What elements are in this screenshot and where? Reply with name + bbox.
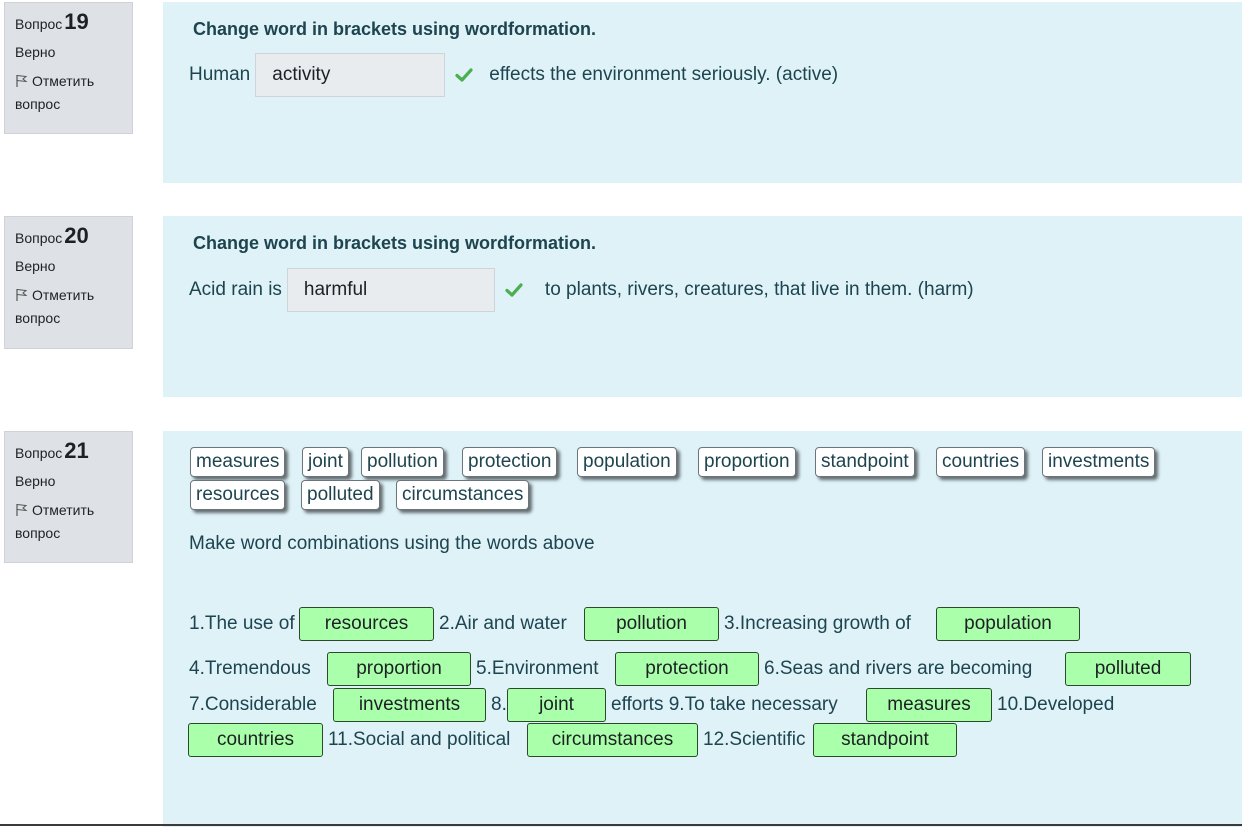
drop-zone[interactable]: circumstances [527,723,698,757]
drop-zone[interactable]: countries [188,723,323,757]
question-info-19: Вопрос19 Верно Отметить вопрос [4,2,133,134]
question-state: Верно [15,473,56,490]
sentence-text: 6.Seas and rivers are becoming [764,658,1033,679]
word-chip[interactable]: investments [1042,447,1156,477]
drop-zone[interactable]: resources [299,607,434,641]
bottom-divider [0,824,1242,826]
question-number: 19 [64,9,89,34]
drop-zone[interactable]: pollution [584,607,719,641]
sentence-text: 8. [491,694,507,715]
question-number: 20 [64,223,89,248]
sentence-text: 7.Considerable [189,694,317,715]
flag-icon [16,289,28,302]
question-label: Вопрос [15,445,63,461]
text-before: Acid rain is [189,279,282,300]
flag-icon [16,75,28,88]
checkmark-icon [505,283,523,297]
question-content-20: Change word in brackets using wordformat… [163,216,1242,397]
text-after: effects the environment seriously. (acti… [489,64,839,85]
drop-zone[interactable]: polluted [1065,652,1191,686]
drop-zone[interactable]: joint [507,688,606,722]
drop-zone[interactable]: proportion [327,652,471,686]
question-state: Верно [15,258,56,275]
flag-icon [16,504,28,517]
drop-zone[interactable]: standpoint [813,723,957,757]
question-title: Change word in brackets using wordformat… [193,233,597,253]
instruction: Make word combinations using the words a… [189,533,595,554]
question-label: Вопрос [15,16,63,32]
sentence-text: 12.Scientific [703,729,806,750]
word-chip[interactable]: measures [190,447,286,477]
word-chip[interactable]: circumstances [396,480,530,510]
question-title: Change word in brackets using wordformat… [193,19,597,39]
question-content-21: measures joint pollution protection popu… [163,431,1242,827]
sentence-text: 5.Environment [476,658,599,679]
flag-question-button[interactable]: Отметить вопрос [15,499,122,544]
sentence-text: 2.Air and water [439,613,567,634]
question-info-21: Вопрос21 Верно Отметить вопрос [4,431,133,563]
word-chip[interactable]: population [577,447,677,477]
answer-line: Acid rain is harmful to plants, rivers, … [189,268,974,312]
answer-line: Human activity effects the environment s… [189,53,838,97]
checkmark-icon [455,68,473,82]
flag-question-button[interactable]: Отметить вопрос [15,70,122,115]
answer-input[interactable]: harmful [286,268,495,312]
question-number: 21 [64,438,89,463]
word-chip[interactable]: standpoint [815,447,915,477]
text-after: to plants, rivers, creatures, that live … [544,279,974,300]
drop-zone[interactable]: population [936,607,1080,641]
drop-zone[interactable]: measures [866,688,992,722]
flag-question-button[interactable]: Отметить вопрос [15,284,122,329]
answer-input[interactable]: activity [255,53,446,97]
sentence-text: 3.Increasing growth of [724,613,911,634]
word-chip[interactable]: pollution [361,447,444,477]
word-chip[interactable]: proportion [698,447,796,477]
text-before: Human [189,64,251,85]
word-chip[interactable]: polluted [301,480,380,510]
sentence-text: 4.Tremendous [189,658,311,679]
question-label: Вопрос [15,230,63,246]
word-chip[interactable]: countries [936,447,1026,477]
sentence-text: 10.Developed [997,694,1115,715]
question-content-19: Change word in brackets using wordformat… [163,2,1242,183]
sentence-text: efforts 9.To take necessary [611,694,838,715]
sentence-text: 11.Social and political [328,729,511,750]
sentence-text: 1.The use of [189,613,295,634]
drop-zone[interactable]: investments [333,688,486,722]
word-chip[interactable]: protection [462,447,558,477]
word-chip[interactable]: joint [302,447,349,477]
question-info-20: Вопрос20 Верно Отметить вопрос [4,216,133,349]
word-chip[interactable]: resources [190,480,286,510]
drop-zone[interactable]: protection [615,652,759,686]
question-state: Верно [15,44,56,61]
